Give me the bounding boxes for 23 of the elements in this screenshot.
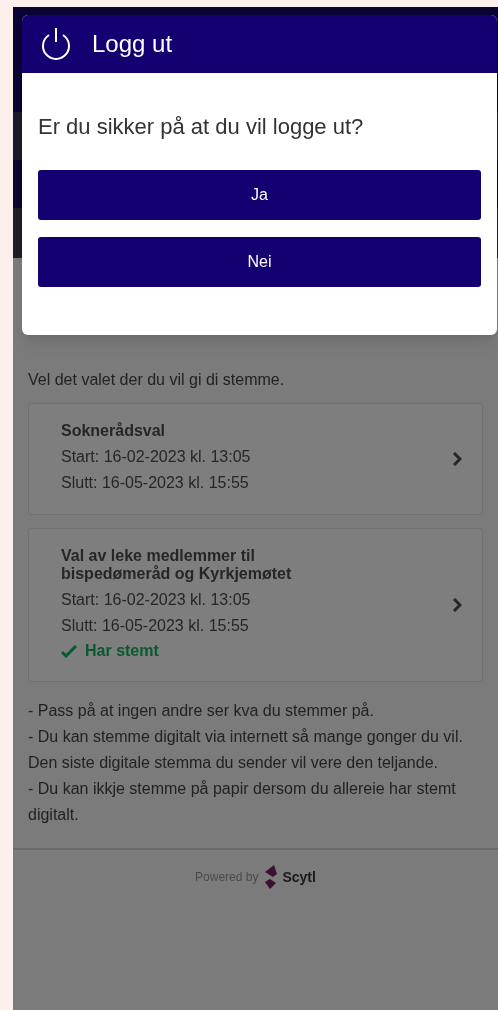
dialog-message: Er du sikker på at du vil logge ut? <box>38 113 365 141</box>
election-title: Soknerådsval <box>61 422 167 440</box>
election-card[interactable]: Soknerådsval Start: 16-02-2023 kl. 13:05 Slutt: 16-05-2023 kl. 15:55 <box>28 403 483 515</box>
start-time: Start: 16-02-2023 kl. 13:05 <box>61 590 252 610</box>
start-time: Start: 16-02-2023 kl. 13:05 <box>61 447 252 467</box>
chevron-right-icon <box>452 598 462 612</box>
chevron-right-icon <box>452 452 462 466</box>
dialog-title: Logg ut <box>92 29 173 59</box>
note-text: - Du kan ikkje stemme på papir dersom du allereie har stemt digitalt. <box>28 779 457 825</box>
power-icon <box>40 26 72 62</box>
dialog-button[interactable]: Nei <box>38 237 481 287</box>
end-time: Slutt: 16-05-2023 kl. 15:55 <box>61 616 250 636</box>
voted-status: Har stemt <box>85 641 159 661</box>
logo-icon <box>262 864 279 890</box>
dialog-button[interactable]: Ja <box>38 170 481 220</box>
note-text: - Pass på at ingen andre ser kva du stemmer på. <box>28 701 375 721</box>
brand-name: Scytl <box>282 867 316 887</box>
end-time: Slutt: 16-05-2023 kl. 15:55 <box>61 473 250 493</box>
election-title: Val av leke medlemmer til bispedømeråd og Kyrkjemøtet <box>61 547 293 583</box>
note-text: - Du kan stemme digitalt via internett så mange gonger du vil. Den siste digitale stemma du sender vil vere den teljande. <box>28 727 464 773</box>
election-card[interactable]: Val av leke medlemmer til bispedømeråd og Kyrkjemøtet Start: 16-02-2023 kl. 13:05 Slutt: 16-05-2023 kl. 15:55 Har stemt <box>28 528 483 682</box>
intro-text: Vel det valet der du vil gi di stemme. <box>28 370 286 390</box>
check-icon <box>61 644 77 658</box>
